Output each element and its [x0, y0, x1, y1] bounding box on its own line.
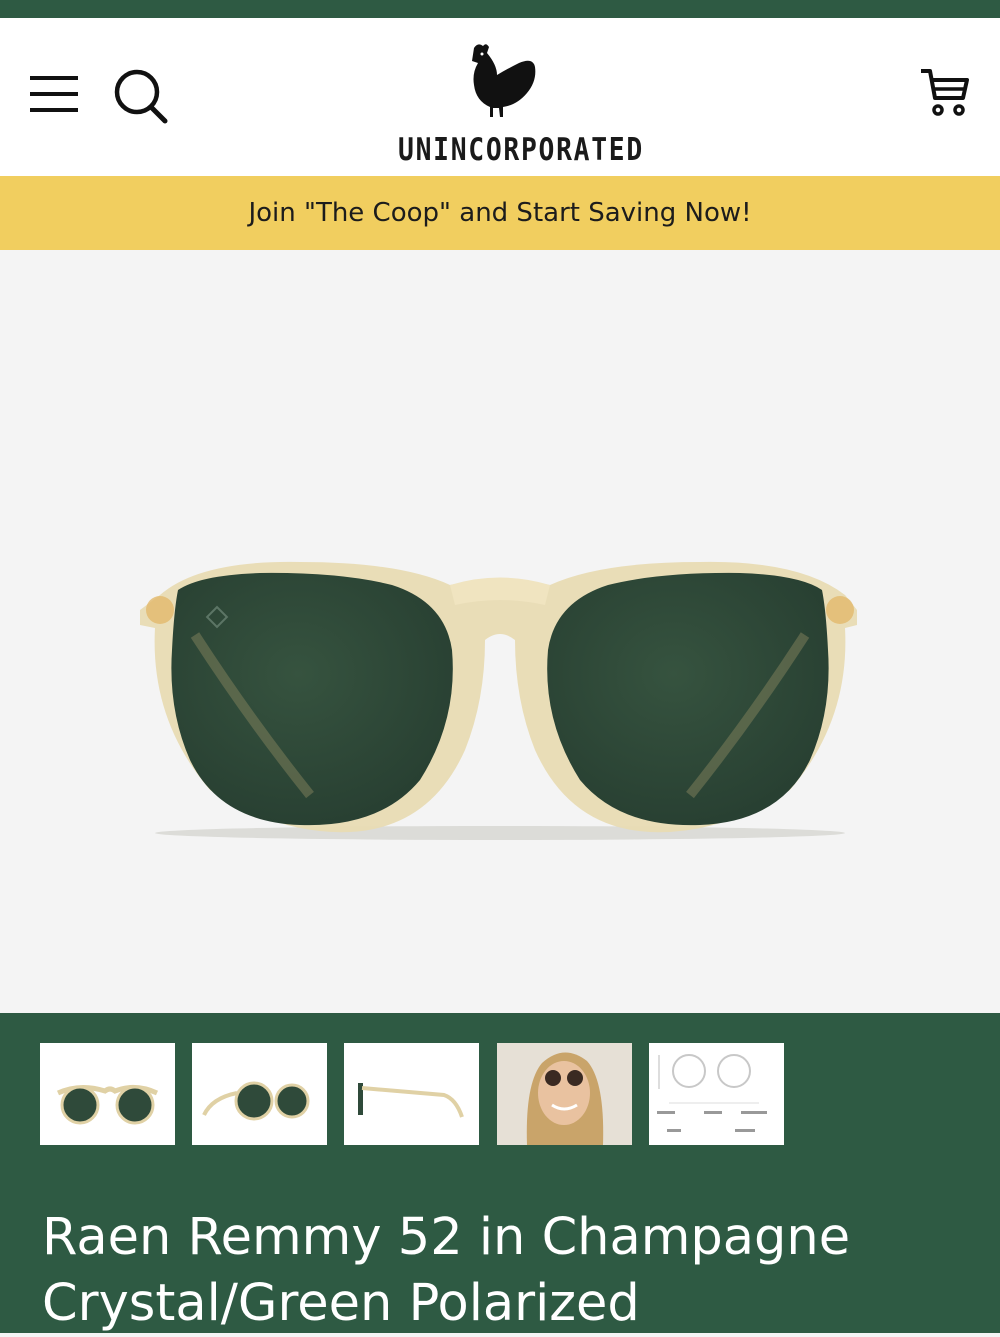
sunglasses-front-image — [140, 561, 857, 840]
thumbnail-model-photo[interactable] — [497, 1043, 632, 1145]
hamburger-menu-icon[interactable] — [28, 74, 82, 114]
cart-icon[interactable] — [918, 66, 972, 120]
logo-wordmark: UNINCORPORATED — [398, 132, 644, 168]
hen-logo-icon — [472, 44, 536, 117]
promo-text: Join "The Coop" and Start Saving Now! — [248, 198, 752, 228]
product-title: Raen Remmy 52 in Champagne Crystal/Green… — [42, 1208, 851, 1333]
site-header: UNINCORPORATED — [0, 18, 1000, 176]
thumbnail-angle-view[interactable] — [192, 1043, 327, 1145]
product-main-image[interactable] — [0, 250, 1000, 1013]
thumbnail-front-view[interactable] — [40, 1043, 175, 1145]
site-logo[interactable]: UNINCORPORATED — [380, 40, 642, 168]
promo-banner[interactable]: Join "The Coop" and Start Saving Now! — [0, 176, 1000, 250]
thumbnail-side-view[interactable] — [344, 1043, 479, 1145]
thumbnail-measurements-diagram[interactable] — [649, 1043, 784, 1145]
product-info-panel: Raen Remmy 52 in Champagne Crystal/Green… — [0, 1013, 1000, 1333]
top-accent-bar — [0, 0, 1000, 18]
search-icon[interactable] — [112, 68, 170, 124]
